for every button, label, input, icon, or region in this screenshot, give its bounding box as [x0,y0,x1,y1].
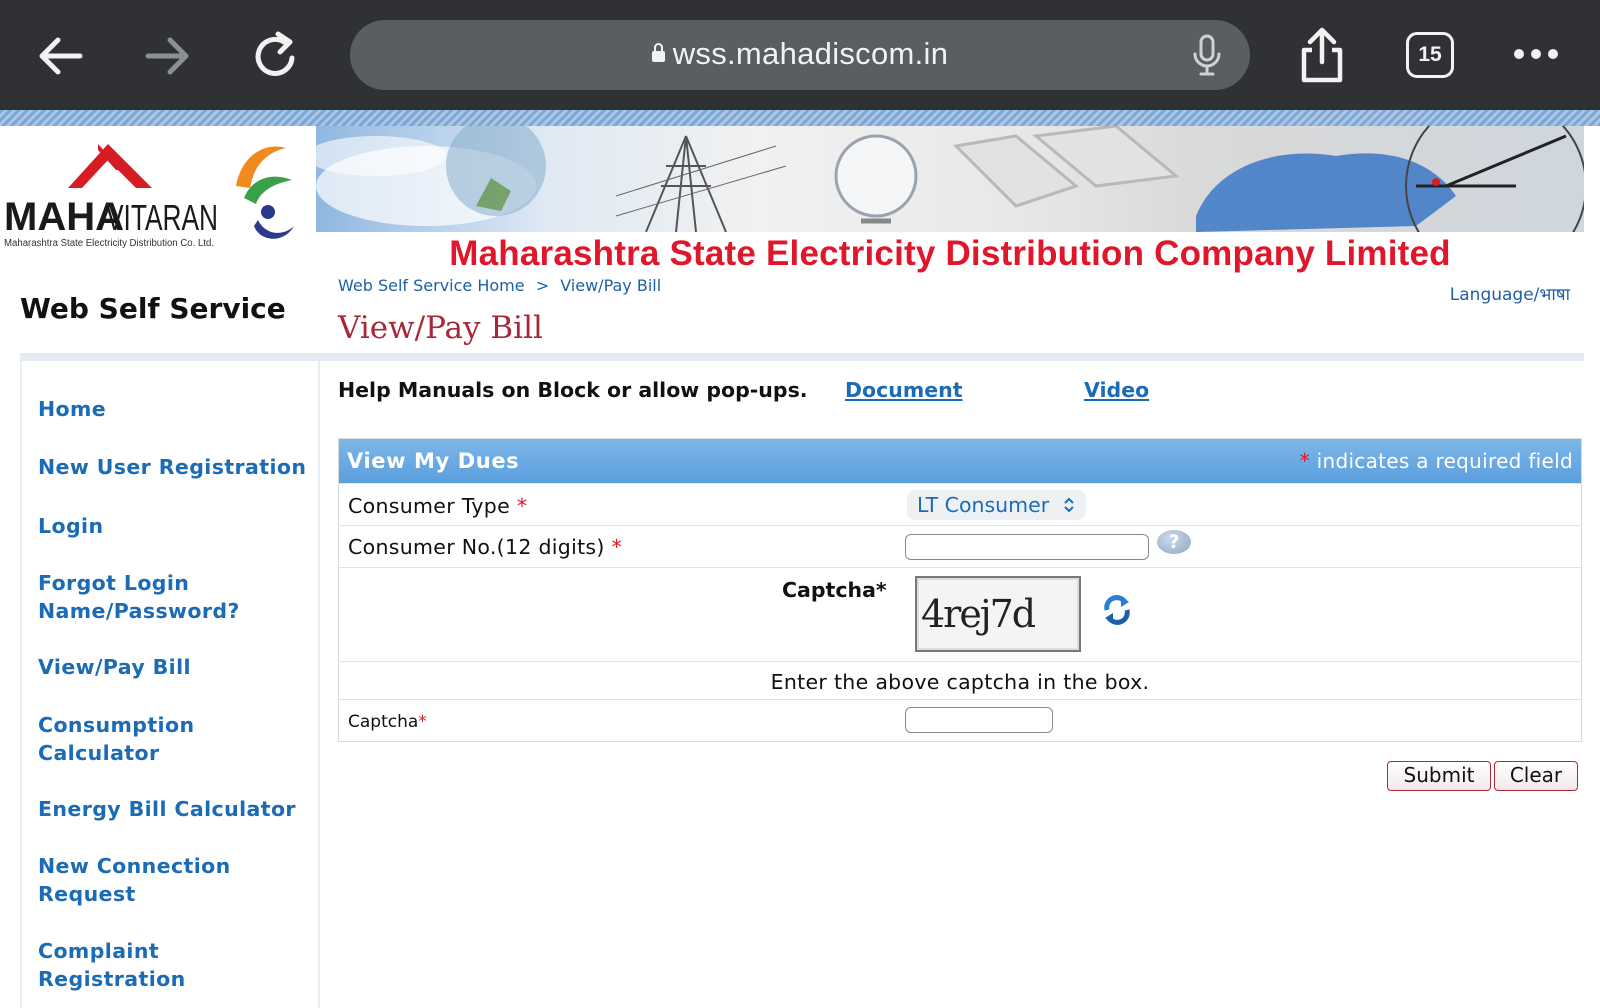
sidebar-item-new-connection-request[interactable]: New Connection Request [38,852,258,908]
sidebar-item-view-pay-bill[interactable]: View/Pay Bill [38,653,191,681]
url-text: wss.mahadiscom.in [672,36,949,71]
sidebar-item-login[interactable]: Login [38,512,103,540]
captcha-input[interactable] [905,707,1053,733]
breadcrumb: Web Self Service Home > View/Pay Bill [338,276,661,295]
submit-button[interactable]: Submit [1387,761,1491,791]
help-icon[interactable]: ? [1157,530,1191,554]
site-title: Web Self Service [20,292,286,325]
sidebar-item-new-user-registration[interactable]: New User Registration [38,453,306,481]
form-title: View My Dues [347,449,520,473]
captcha-input-row: Captcha* [339,699,1581,741]
consumer-no-row: Consumer No.(12 digits) * ? [339,525,1581,567]
logo-vitaran-text: VITARAN [106,197,218,238]
breadcrumb-separator: > [535,276,550,295]
consumer-no-label: Consumer No.(12 digits) * [348,535,623,559]
sidebar: Home New User Registration Login Forgot … [20,361,320,1008]
sidebar-item-home[interactable]: Home [38,395,106,423]
breadcrumb-home-link[interactable]: Web Self Service Home [338,276,525,295]
sidebar-item-consumption-calculator[interactable]: Consumption Calculator [38,711,238,767]
browser-toolbar: wss.mahadiscom.in 15 [0,0,1600,110]
consumer-type-value: LT Consumer [917,493,1050,517]
consumer-type-row: Consumer Type * LT Consumer [339,483,1581,525]
back-icon[interactable] [30,26,90,86]
view-my-dues-form: View My Dues * indicates a required fiel… [338,438,1582,742]
header-stripe [0,110,1600,126]
consumer-type-select[interactable]: LT Consumer [907,490,1086,520]
document-link[interactable]: Document [845,378,963,402]
select-arrows-icon [1063,497,1074,513]
page-title: View/Pay Bill [338,310,543,346]
video-link[interactable]: Video [1084,378,1149,402]
captcha-instruction: Enter the above captcha in the box. [770,670,1150,694]
mahavitaran-logo[interactable]: MAHA VITARAN Maharashtra State Electrici… [4,126,316,256]
share-icon[interactable] [1298,26,1346,88]
sidebar-item-complaint-registration[interactable]: Complaint Registration [38,937,238,993]
sidebar-item-forgot-login[interactable]: Forgot Login Name/Password? [38,569,278,625]
required-note: * indicates a required field [1300,449,1573,473]
help-manuals-text: Help Manuals on Block or allow pop-ups. [338,378,808,402]
captcha-heading: Captcha* [782,578,887,602]
language-link[interactable]: Language/भाषा [1450,282,1570,305]
captcha-label: Captcha* [348,712,427,732]
consumer-no-input[interactable] [905,534,1149,560]
refresh-icon[interactable] [1099,592,1135,628]
captcha-image-row: Captcha* 4rej7d [339,567,1581,661]
forward-icon[interactable] [138,26,198,86]
lock-icon [651,43,665,62]
required-star: * [1299,449,1310,473]
breadcrumb-current: View/Pay Bill [560,276,662,295]
tabs-count-button[interactable]: 15 [1406,32,1454,78]
more-icon[interactable] [1512,46,1560,65]
company-name: Maharashtra State Electricity Distributi… [449,234,1451,273]
address-bar[interactable]: wss.mahadiscom.in [350,20,1250,90]
logo-graphic: MAHA VITARAN Maharashtra State Electrici… [4,144,294,249]
microphone-icon[interactable] [1192,34,1222,80]
captcha-image: 4rej7d [915,576,1081,652]
header-divider [20,353,1584,361]
captcha-instruction-row: Enter the above captcha in the box. [339,661,1581,699]
clear-button[interactable]: Clear [1494,761,1578,791]
form-header: View My Dues * indicates a required fiel… [339,439,1581,483]
reload-icon[interactable] [246,26,306,86]
sidebar-item-energy-bill-calculator[interactable]: Energy Bill Calculator [38,795,296,823]
header-banner [316,126,1584,232]
consumer-type-label: Consumer Type * [348,494,528,518]
required-note-text: indicates a required field [1309,449,1573,473]
logo-subtitle: Maharashtra State Electricity Distributi… [4,238,214,249]
